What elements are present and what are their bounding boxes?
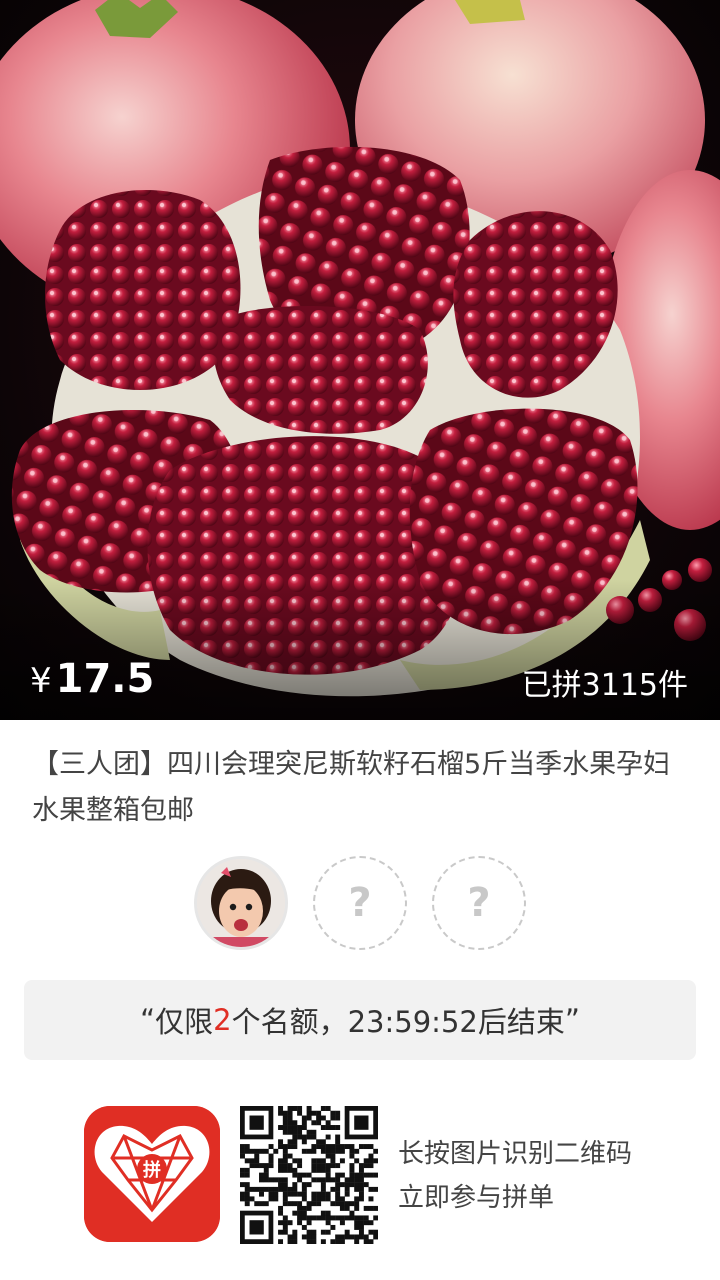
price: ¥ 17.5 (30, 656, 154, 706)
qr-code[interactable] (240, 1106, 379, 1245)
scan-hint-line1: 长按图片识别二维码 (398, 1139, 633, 1169)
question-mark-icon: ? (348, 880, 372, 926)
notice-suffix: 个名额，23:59:52后结束 (231, 1005, 565, 1039)
notice-prefix: 仅限 (155, 1005, 214, 1039)
pinduoduo-logo: 拼 (84, 1106, 220, 1242)
empty-slot: ? (432, 856, 526, 950)
question-mark-icon: ? (467, 880, 491, 926)
slots-remaining-notice: “ 仅限 2 个名额，23:59:52后结束 ” (24, 980, 696, 1060)
close-quote: ” (564, 1003, 580, 1037)
currency-symbol: ¥ (30, 661, 52, 701)
share-footer: 拼 长按图片识别二维码 立即参与拼单 (0, 1106, 720, 1246)
avatar (194, 856, 288, 950)
child-avatar-icon (197, 859, 285, 947)
price-value: 17.5 (55, 656, 155, 702)
group-members: ? ? (0, 856, 720, 952)
scan-hint: 长按图片识别二维码 立即参与拼单 (398, 1132, 632, 1220)
remaining-count: 2 (213, 1003, 232, 1037)
qr-code-icon (240, 1106, 379, 1245)
sold-count: 已拼3115件 (521, 668, 688, 703)
product-title: 【三人团】四川会理突尼斯软籽石榴5斤当季水果孕妇水果整箱包邮 (32, 749, 671, 826)
open-quote: “ (140, 1003, 156, 1037)
logo-mark: 拼 (143, 1159, 161, 1181)
heart-logo-icon: 拼 (84, 1106, 220, 1242)
scan-hint-line2: 立即参与拼单 (398, 1183, 555, 1213)
empty-slot: ? (313, 856, 407, 950)
product-image: ¥ 17.5 已拼3115件 (0, 0, 720, 720)
